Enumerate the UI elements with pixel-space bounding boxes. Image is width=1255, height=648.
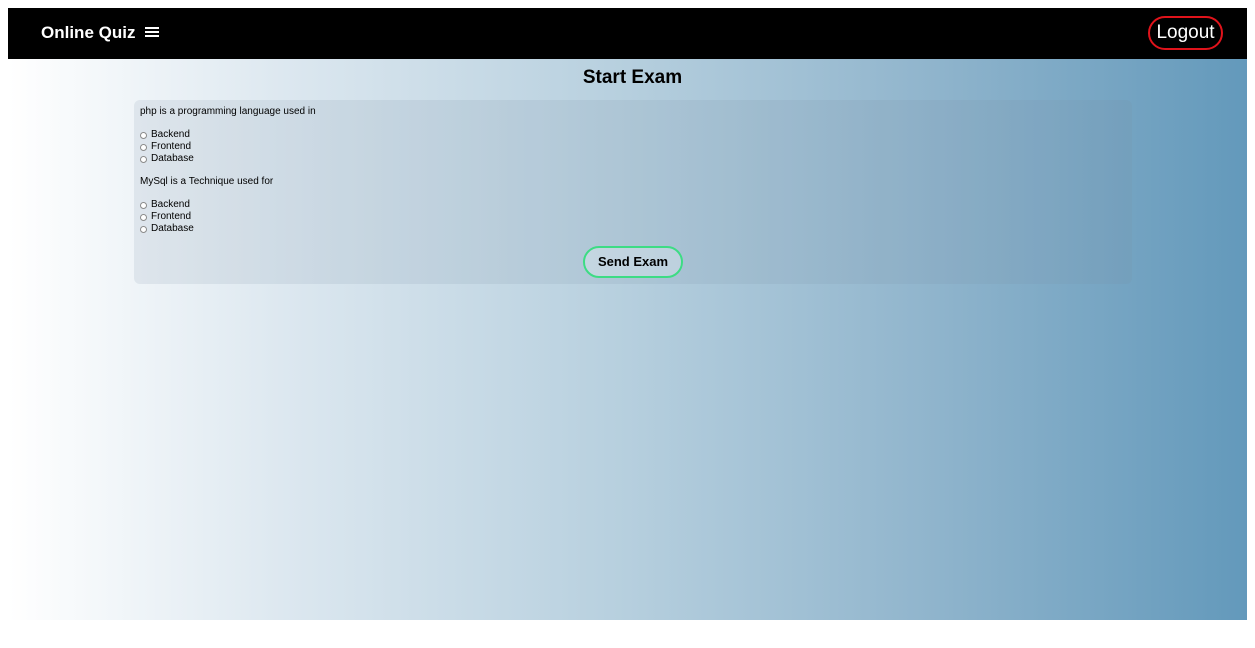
page-title: Start Exam	[582, 67, 683, 88]
question-2-text: MySql is a Technique used for	[140, 176, 274, 187]
radio-button[interactable]	[140, 143, 147, 151]
option-label: Database	[151, 223, 194, 234]
exam-form: php is a programming language used in Ba…	[134, 100, 1132, 284]
option-label: Frontend	[151, 211, 192, 222]
top-navbar: Online Quiz Logout	[8, 8, 1247, 59]
brand-title: Online Quiz	[41, 23, 136, 42]
option-label: Frontend	[151, 141, 192, 152]
question-2-option-frontend[interactable]: Frontend	[140, 211, 191, 223]
question-1-text: php is a programming language used in	[140, 106, 316, 117]
radio-button[interactable]	[140, 131, 147, 139]
option-label: Database	[151, 153, 194, 164]
radio-button[interactable]	[140, 155, 147, 163]
option-label: Backend	[151, 129, 190, 140]
question-1-option-database[interactable]: Database	[140, 153, 194, 165]
hamburger-menu-icon[interactable]	[145, 25, 159, 39]
question-2-option-database[interactable]: Database	[140, 223, 194, 235]
radio-button[interactable]	[140, 225, 147, 233]
main-content: Start Exam php is a programming language…	[8, 59, 1247, 620]
question-1-option-frontend[interactable]: Frontend	[140, 141, 191, 153]
option-label: Backend	[151, 199, 190, 210]
radio-button[interactable]	[140, 201, 147, 209]
page: Online Quiz Logout Start Exam php is a p…	[0, 0, 1255, 648]
logout-button[interactable]: Logout	[1148, 16, 1223, 50]
radio-button[interactable]	[140, 213, 147, 221]
question-2-option-backend[interactable]: Backend	[140, 199, 190, 211]
question-1-option-backend[interactable]: Backend	[140, 129, 190, 141]
send-exam-button[interactable]: Send Exam	[583, 246, 683, 278]
